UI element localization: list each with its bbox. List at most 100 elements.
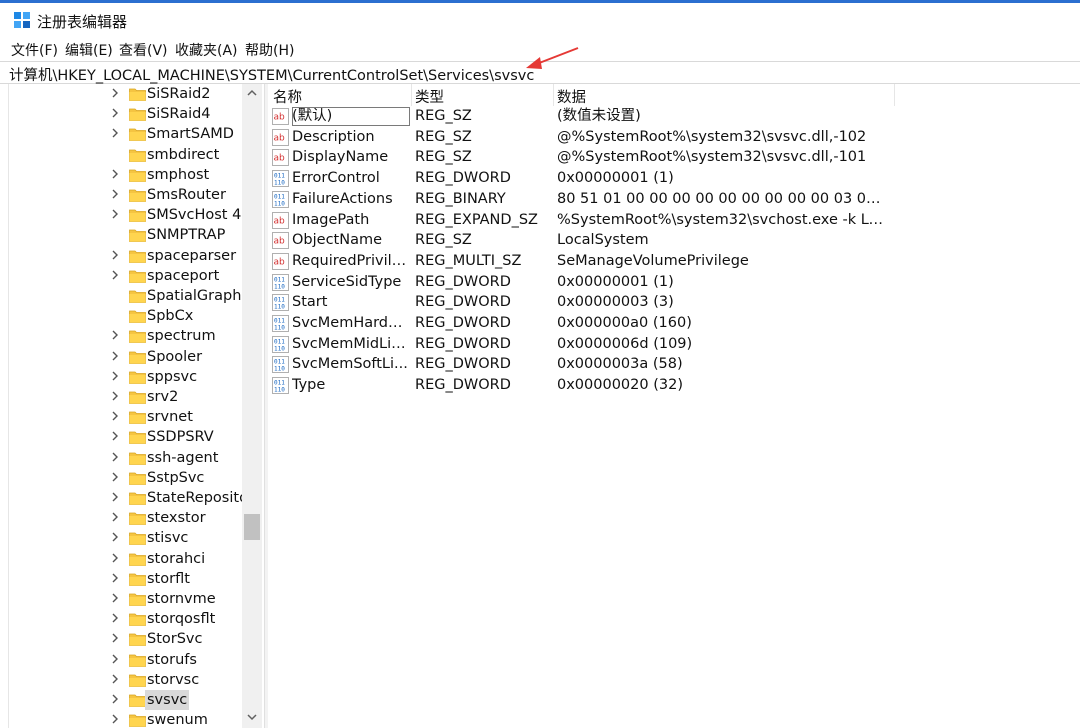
value-row[interactable]: 011 110 SvcMemSoftLi... REG_DWORD 0x0000003a… (268, 354, 1080, 375)
value-name: ObjectName (292, 232, 383, 249)
svg-text:011: 011 (274, 338, 285, 345)
header-divider[interactable] (411, 84, 412, 106)
chevron-right-icon[interactable] (109, 410, 121, 422)
chevron-right-icon[interactable] (109, 451, 121, 463)
chevron-right-icon[interactable] (109, 87, 121, 99)
column-header-data[interactable]: 数据 (557, 86, 586, 107)
values-list[interactable]: 名称 类型 数据 ab (默认) REG_SZ (数值未设置) ab Descriptio… (268, 84, 1080, 728)
scroll-down-icon[interactable] (242, 708, 262, 726)
tree-item[interactable]: stisvc (9, 528, 243, 548)
header-divider[interactable] (553, 84, 554, 106)
chevron-right-icon[interactable] (109, 269, 121, 281)
chevron-right-icon[interactable] (109, 572, 121, 584)
chevron-right-icon[interactable] (109, 531, 121, 543)
chevron-right-icon[interactable] (109, 168, 121, 180)
tree-item[interactable]: ssh-agent (9, 448, 243, 468)
tree-item[interactable]: SpatialGraphFi (9, 286, 253, 306)
tree-item[interactable]: sppsvc (9, 367, 243, 387)
tree-item[interactable]: smphost (9, 165, 243, 185)
header-divider[interactable] (894, 84, 895, 106)
value-row[interactable]: 011 110 FailureActions REG_BINARY 80 51 01 0… (268, 189, 1080, 210)
chevron-right-icon[interactable] (109, 713, 121, 725)
value-type: REG_MULTI_SZ (415, 252, 522, 269)
chevron-right-icon[interactable] (109, 592, 121, 604)
value-row[interactable]: 011 110 SvcMemHardLi... REG_DWORD 0x000000a0… (268, 313, 1080, 334)
tree-item[interactable]: storqosflt (9, 609, 243, 629)
scroll-up-icon[interactable] (242, 84, 262, 102)
tree-item[interactable]: spaceparser (9, 246, 243, 266)
tree-item[interactable]: srv2 (9, 387, 243, 407)
chevron-right-icon[interactable] (109, 107, 121, 119)
tree-item[interactable]: SpbCx (9, 306, 243, 326)
value-row[interactable]: ab (默认) REG_SZ (数值未设置) (268, 106, 1080, 127)
value-row[interactable]: ab ObjectName REG_SZ LocalSystem (268, 230, 1080, 251)
address-path[interactable]: 计算机\HKEY_LOCAL_MACHINE\SYSTEM\CurrentCon… (9, 64, 534, 85)
tree-item[interactable]: SiSRaid4 (9, 104, 243, 124)
menu-edit[interactable]: 编辑(E) (65, 40, 113, 60)
chevron-right-icon[interactable] (109, 249, 121, 261)
value-row[interactable]: ab Description REG_SZ @%SystemRoot%\system3… (268, 127, 1080, 148)
chevron-right-icon[interactable] (109, 491, 121, 503)
menu-help[interactable]: 帮助(H) (245, 40, 294, 60)
chevron-right-icon[interactable] (109, 370, 121, 382)
tree-item[interactable]: smbdirect (9, 145, 243, 165)
value-row[interactable]: 011 110 Start REG_DWORD 0x00000003 (3) (268, 292, 1080, 313)
chevron-right-icon[interactable] (109, 350, 121, 362)
tree-item-label: swenum (147, 712, 208, 728)
title-bar[interactable]: 注册表编辑器 (0, 3, 1080, 37)
chevron-right-icon[interactable] (109, 612, 121, 624)
tree-item[interactable]: SMSvcHost 4.0 (9, 205, 255, 225)
value-row[interactable]: 011 110 SvcMemMidLim... REG_DWORD 0x0000006d… (268, 334, 1080, 355)
chevron-right-icon[interactable] (109, 693, 121, 705)
chevron-right-icon[interactable] (109, 390, 121, 402)
chevron-right-icon[interactable] (109, 653, 121, 665)
tree-item[interactable]: storvsc (9, 670, 243, 690)
value-row[interactable]: ab DisplayName REG_SZ @%SystemRoot%\system3… (268, 147, 1080, 168)
value-row[interactable]: 011 110 ServiceSidType REG_DWORD 0x00000001 … (268, 272, 1080, 293)
tree-item[interactable]: stexstor (9, 508, 243, 528)
value-row[interactable]: ab RequiredPrivile... REG_MULTI_SZ SeManage… (268, 251, 1080, 272)
chevron-right-icon[interactable] (109, 188, 121, 200)
column-header-name[interactable]: 名称 (273, 86, 302, 107)
tree-item[interactable]: stornvme (9, 589, 243, 609)
chevron-right-icon[interactable] (109, 471, 121, 483)
tree-item[interactable]: SstpSvc (9, 468, 243, 488)
chevron-right-icon[interactable] (109, 511, 121, 523)
chevron-right-icon[interactable] (109, 552, 121, 564)
tree-item[interactable]: SmartSAMD (9, 124, 243, 144)
chevron-right-icon[interactable] (109, 208, 121, 220)
tree-item[interactable]: storahci (9, 549, 243, 569)
value-row[interactable]: 011 110 Type REG_DWORD 0x00000020 (32) (268, 375, 1080, 396)
scroll-thumb[interactable] (244, 514, 260, 540)
column-header-type[interactable]: 类型 (415, 86, 444, 107)
chevron-right-icon[interactable] (109, 673, 121, 685)
chevron-right-icon[interactable] (109, 329, 121, 341)
menu-file[interactable]: 文件(F) (11, 40, 58, 60)
menu-favorites[interactable]: 收藏夹(A) (175, 40, 238, 60)
tree-item[interactable]: StorSvc (9, 629, 243, 649)
value-row[interactable]: 011 110 ErrorControl REG_DWORD 0x00000001 (1… (268, 168, 1080, 189)
tree-item[interactable]: storufs (9, 650, 243, 670)
tree-item[interactable]: StateReposito (9, 488, 248, 508)
tree-item[interactable]: spectrum (9, 326, 243, 346)
tree-item[interactable]: SiSRaid2 (9, 84, 243, 104)
value-name: SvcMemHardLi... (292, 315, 410, 331)
tree-item[interactable]: SSDPSRV (9, 427, 243, 447)
value-row[interactable]: ab ImagePath REG_EXPAND_SZ %SystemRoot%\sys… (268, 210, 1080, 231)
tree-item[interactable]: svsvc (9, 690, 243, 710)
svg-text:011: 011 (274, 297, 285, 304)
tree-item[interactable]: storflt (9, 569, 243, 589)
tree-item[interactable]: srvnet (9, 407, 243, 427)
tree-item[interactable]: swenum (9, 710, 243, 728)
key-tree[interactable]: SiSRaid2 SiSRaid4 SmartSAMD smbdirect smphos… (8, 84, 262, 728)
chevron-right-icon[interactable] (109, 127, 121, 139)
tree-item[interactable]: SmsRouter (9, 185, 243, 205)
tree-item[interactable]: spaceport (9, 266, 243, 286)
folder-icon (129, 471, 146, 485)
chevron-right-icon[interactable] (109, 430, 121, 442)
tree-scrollbar[interactable] (242, 84, 262, 728)
menu-view[interactable]: 查看(V) (119, 40, 168, 60)
tree-item[interactable]: SNMPTRAP (9, 225, 243, 245)
tree-item[interactable]: Spooler (9, 347, 243, 367)
chevron-right-icon[interactable] (109, 632, 121, 644)
